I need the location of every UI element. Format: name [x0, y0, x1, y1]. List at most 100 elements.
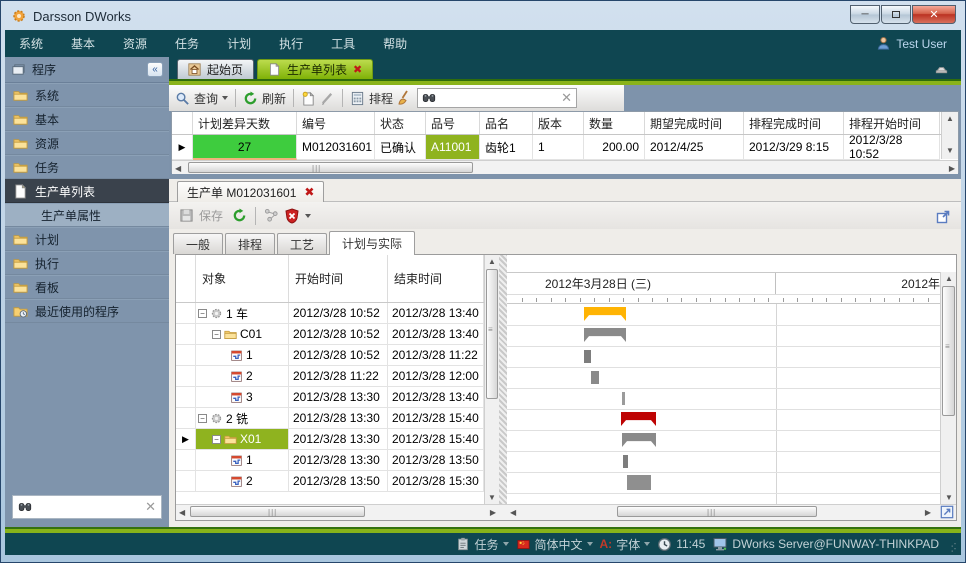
menu-tools[interactable]: 工具 — [317, 35, 369, 52]
save-button[interactable]: 保存 — [199, 207, 223, 224]
sidebar-item-task[interactable]: 任务 — [5, 155, 169, 179]
sidebar-item-production-order-list[interactable]: 生产单列表 — [5, 179, 169, 203]
open-external-icon[interactable] — [935, 209, 951, 225]
sidebar-item-plan[interactable]: 计划 — [5, 227, 169, 251]
tree-vertical-scrollbar[interactable]: ▲ ≡ ▼ — [484, 255, 499, 504]
sidebar-collapse-button[interactable]: « — [147, 62, 163, 77]
tree-row[interactable]: 1 2012/3/28 10:52 2012/3/28 11:22 — [176, 345, 484, 366]
gantt-bar[interactable] — [627, 475, 651, 490]
tree-row[interactable]: −2 铣 2012/3/28 13:30 2012/3/28 15:40 — [176, 408, 484, 429]
clear-icon[interactable]: ✕ — [145, 499, 156, 515]
detail-doc-tab[interactable]: 生产单 M012031601 ✖ — [177, 181, 324, 202]
gantt-vertical-scrollbar[interactable]: ▲ ≡ ▼ — [940, 272, 956, 504]
col-object[interactable]: 对象 — [196, 255, 289, 302]
col-end-time[interactable]: 结束时间 — [388, 255, 484, 302]
clear-icon[interactable]: ✕ — [561, 90, 572, 106]
gantt-horizontal-scrollbar[interactable]: ◀▶ ||| — [507, 505, 934, 520]
home-icon — [188, 63, 201, 76]
menu-resource[interactable]: 资源 — [109, 35, 161, 52]
collapse-toggle-icon[interactable]: − — [212, 435, 221, 444]
gantt-bar[interactable] — [623, 455, 628, 468]
refresh-button[interactable]: 刷新 — [262, 90, 286, 107]
status-task-menu[interactable]: 任务 — [456, 536, 508, 553]
refresh-icon[interactable] — [232, 208, 247, 223]
link-nodes-icon[interactable] — [264, 208, 279, 223]
tab-general[interactable]: 一般 — [173, 233, 223, 254]
col-status[interactable]: 状态 — [375, 112, 426, 134]
shield-icon[interactable] — [284, 208, 300, 224]
tab-process[interactable]: 工艺 — [277, 233, 327, 254]
new-document-icon[interactable] — [301, 91, 316, 106]
tab-production-order-list[interactable]: 生产单列表 ✖ — [257, 59, 373, 79]
col-plan-diff-days[interactable]: 计划差异天数 — [193, 112, 297, 134]
broom-icon[interactable] — [397, 90, 413, 106]
close-tab-icon[interactable]: ✖ — [353, 63, 362, 76]
grid-horizontal-scrollbar[interactable]: ◀▶ ||| — [172, 160, 958, 174]
chevron-down-icon[interactable] — [222, 96, 228, 100]
sidebar-item-basic[interactable]: 基本 — [5, 107, 169, 131]
sidebar-item-resource[interactable]: 资源 — [5, 131, 169, 155]
col-sched-start[interactable]: 排程开始时间 — [844, 112, 940, 134]
collapse-toggle-icon[interactable]: − — [198, 309, 207, 318]
sidebar-item-kanban[interactable]: 看板 — [5, 275, 169, 299]
sidebar-item-system[interactable]: 系统 — [5, 83, 169, 107]
grid-vertical-scrollbar[interactable]: ▲▼ — [941, 112, 958, 159]
gantt-bar[interactable] — [584, 350, 591, 363]
col-version[interactable]: 版本 — [533, 112, 584, 134]
col-expected-finish[interactable]: 期望完成时间 — [645, 112, 744, 134]
tab-plan-vs-actual[interactable]: 计划与实际 — [329, 231, 415, 255]
title-bar[interactable]: Darsson DWorks ─ ✕ — [2, 2, 964, 30]
col-code[interactable]: 编号 — [297, 112, 375, 134]
restore-button[interactable] — [881, 5, 911, 24]
gantt-expand-icon[interactable] — [940, 505, 954, 519]
tree-row[interactable]: 1 2012/3/28 13:30 2012/3/28 13:50 — [176, 450, 484, 471]
tab-list-icon[interactable] — [934, 61, 949, 76]
schedule-button[interactable]: 排程 — [369, 90, 393, 107]
sidebar-search-input[interactable] — [36, 500, 141, 514]
gantt-bar[interactable] — [584, 328, 626, 342]
sidebar-item-production-order-props[interactable]: 生产单属性 — [5, 203, 169, 227]
gantt-bar[interactable] — [622, 392, 625, 405]
menu-task[interactable]: 任务 — [161, 35, 213, 52]
col-start-time[interactable]: 开始时间 — [289, 255, 388, 302]
status-language-menu[interactable]: 简体中文 — [516, 536, 593, 553]
menu-help[interactable]: 帮助 — [369, 35, 421, 52]
col-qty[interactable]: 数量 — [584, 112, 645, 134]
minimize-button[interactable]: ─ — [850, 5, 880, 24]
tree-row[interactable]: −C01 2012/3/28 10:52 2012/3/28 13:40 — [176, 324, 484, 345]
tab-home[interactable]: 起始页 — [177, 59, 254, 79]
grid-data-row[interactable]: ▶ 27 M012031601 已确认 A11001 齿轮1 1 200.00 … — [172, 135, 958, 160]
gantt-bar[interactable] — [591, 371, 599, 384]
col-sched-finish[interactable]: 排程完成时间 — [744, 112, 844, 134]
tree-row-selected[interactable]: ▶ −X01 2012/3/28 13:30 2012/3/28 15:40 — [176, 429, 484, 450]
gantt-bar[interactable] — [622, 433, 656, 447]
col-item-name[interactable]: 品名 — [480, 112, 533, 134]
current-user[interactable]: Test User — [876, 30, 947, 57]
sidebar-item-recent-programs[interactable]: 最近使用的程序 — [5, 299, 169, 323]
query-button[interactable]: 查询 — [194, 90, 218, 107]
close-doc-tab-icon[interactable]: ✖ — [304, 185, 314, 199]
gantt-bar[interactable] — [621, 412, 656, 426]
tab-schedule[interactable]: 排程 — [225, 233, 275, 254]
tree-gantt-splitter[interactable] — [499, 255, 507, 520]
tree-row[interactable]: 3 2012/3/28 13:30 2012/3/28 13:40 — [176, 387, 484, 408]
close-button[interactable]: ✕ — [912, 5, 956, 24]
menu-system[interactable]: 系统 — [5, 35, 57, 52]
menu-execute[interactable]: 执行 — [265, 35, 317, 52]
chevron-down-icon[interactable] — [305, 214, 311, 218]
collapse-toggle-icon[interactable]: − — [212, 330, 221, 339]
sidebar-item-execute[interactable]: 执行 — [5, 251, 169, 275]
tree-row[interactable]: −1 车 2012/3/28 10:52 2012/3/28 13:40 — [176, 303, 484, 324]
col-item-no[interactable]: 品号 — [426, 112, 480, 134]
collapse-toggle-icon[interactable]: − — [198, 414, 207, 423]
menu-basic[interactable]: 基本 — [57, 35, 109, 52]
tree-horizontal-scrollbar[interactable]: ◀▶ ||| — [176, 505, 499, 520]
menu-plan[interactable]: 计划 — [213, 35, 265, 52]
status-font-menu[interactable]: A: 字体 — [600, 536, 651, 553]
tree-row[interactable]: 2 2012/3/28 13:50 2012/3/28 15:30 — [176, 471, 484, 492]
toolbar-search-input[interactable] — [440, 91, 557, 106]
resize-grip[interactable]: ⡪ — [950, 542, 958, 553]
gantt-bar[interactable] — [584, 307, 626, 321]
tree-row[interactable]: 2 2012/3/28 11:22 2012/3/28 12:00 — [176, 366, 484, 387]
edit-pencil-icon[interactable] — [320, 91, 335, 106]
